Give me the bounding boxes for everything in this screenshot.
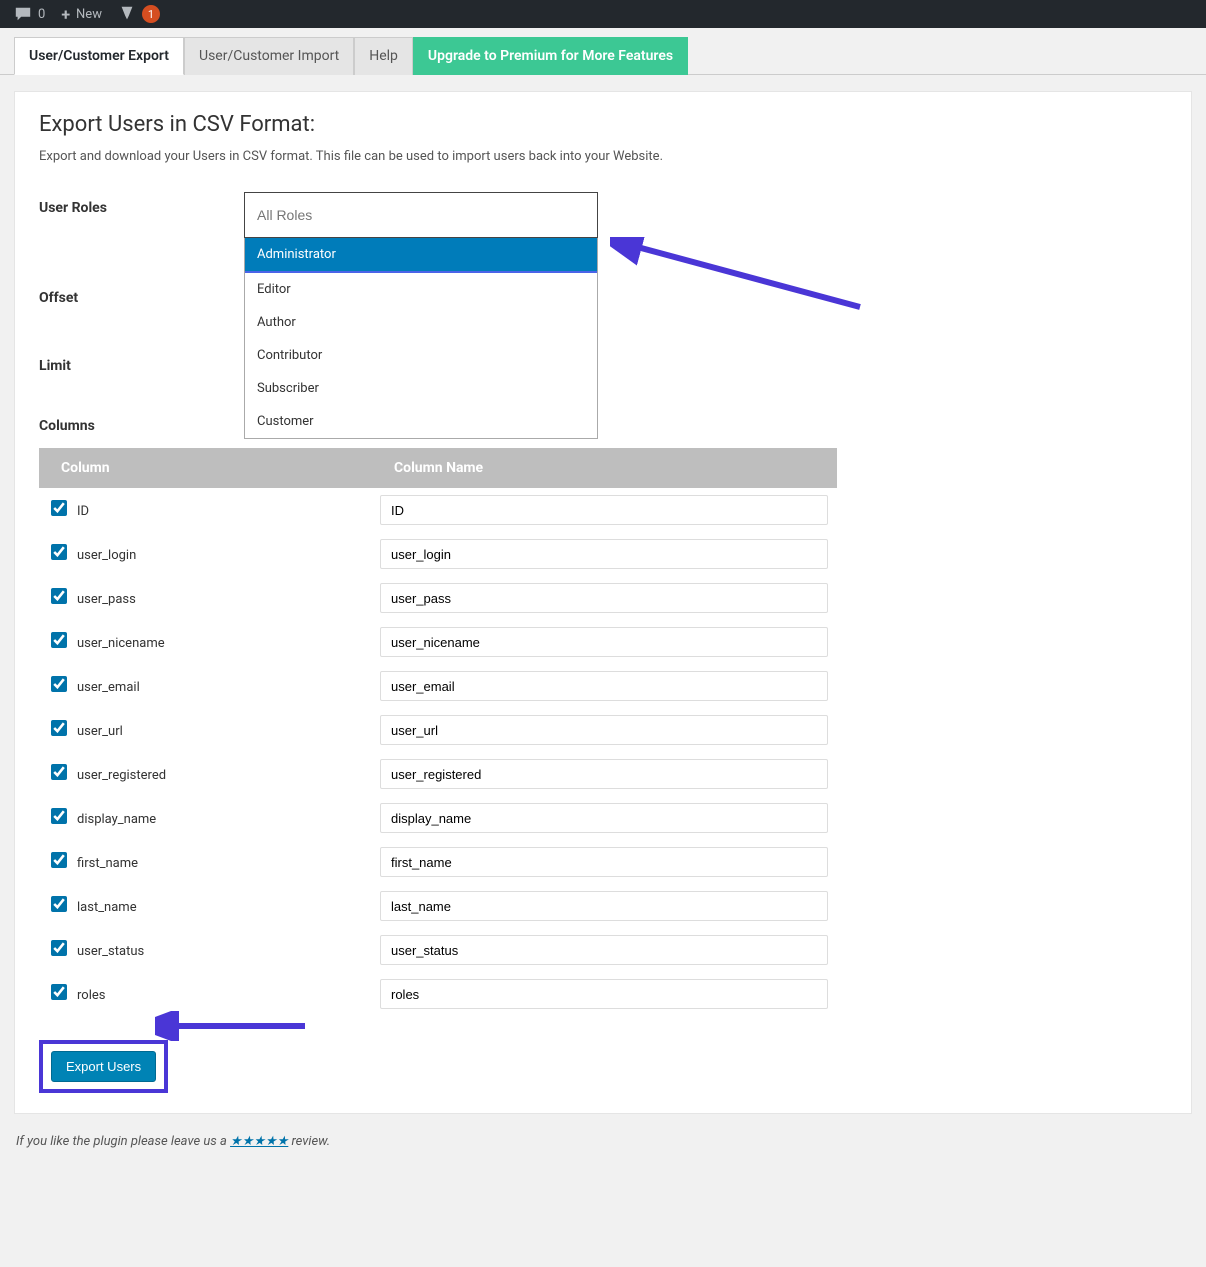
column-key-label: user_url	[77, 722, 380, 739]
columns-heading: Columns	[39, 418, 1167, 434]
column-row: user_url	[39, 708, 837, 752]
adminbar-comments[interactable]: 0	[6, 0, 53, 28]
page-description: Export and download your Users in CSV fo…	[39, 149, 1167, 164]
tab-navigation: User/Customer Export User/Customer Impor…	[0, 28, 1206, 75]
row-offset: Offset	[39, 282, 1167, 306]
column-checkbox[interactable]	[51, 676, 67, 692]
column-key-label: ID	[77, 502, 380, 519]
column-key-label: user_login	[77, 546, 380, 563]
header-column: Column	[61, 460, 394, 476]
export-users-button[interactable]: Export Users	[51, 1051, 156, 1082]
roles-option[interactable]: Administrator	[245, 238, 597, 273]
column-key-label: display_name	[77, 810, 380, 827]
column-name-input[interactable]	[380, 627, 828, 657]
column-key-label: first_name	[77, 854, 380, 871]
column-key-label: last_name	[77, 898, 380, 915]
column-key-label: roles	[77, 986, 380, 1003]
column-checkbox[interactable]	[51, 808, 67, 824]
tab-import[interactable]: User/Customer Import	[184, 37, 354, 75]
column-name-input[interactable]	[380, 671, 828, 701]
column-row: first_name	[39, 840, 837, 884]
columns-table-body: ID user_login user_pass user_nicename user_e…	[39, 488, 837, 1016]
page-title: Export Users in CSV Format:	[39, 112, 1167, 137]
roles-select-input[interactable]	[244, 192, 598, 238]
column-checkbox[interactable]	[51, 984, 67, 1000]
header-column-name: Column Name	[394, 460, 825, 476]
column-row: last_name	[39, 884, 837, 928]
column-checkbox[interactable]	[51, 896, 67, 912]
column-key-label: user_nicename	[77, 634, 380, 651]
column-row: user_status	[39, 928, 837, 972]
column-name-input[interactable]	[380, 891, 828, 921]
export-button-highlight: Export Users	[39, 1040, 168, 1093]
column-name-input[interactable]	[380, 847, 828, 877]
row-limit: Limit	[39, 350, 1167, 374]
column-row: user_pass	[39, 576, 837, 620]
roles-option[interactable]: Customer	[245, 405, 597, 438]
label-offset: Offset	[39, 282, 244, 306]
roles-option[interactable]: Editor	[245, 273, 597, 306]
footer-review-note: If you like the plugin please leave us a…	[0, 1124, 1206, 1169]
column-name-input[interactable]	[380, 539, 828, 569]
tab-export[interactable]: User/Customer Export	[14, 37, 184, 75]
column-name-input[interactable]	[380, 935, 828, 965]
adminbar-yoast[interactable]: 1	[110, 0, 168, 28]
column-row: display_name	[39, 796, 837, 840]
columns-table-header: Column Column Name	[39, 448, 837, 488]
roles-dropdown-wrap: AdministratorEditorAuthorContributorSubs…	[244, 192, 598, 238]
column-key-label: user_status	[77, 942, 380, 959]
column-name-input[interactable]	[380, 979, 828, 1009]
footer-stars-link[interactable]: ★★★★★	[230, 1134, 288, 1149]
comment-icon	[14, 5, 32, 23]
column-row: user_login	[39, 532, 837, 576]
comments-count: 0	[38, 7, 45, 22]
wp-adminbar: 0 + New 1	[0, 0, 1206, 28]
roles-option[interactable]: Author	[245, 306, 597, 339]
annotation-arrow-export	[155, 1011, 315, 1041]
roles-option[interactable]: Contributor	[245, 339, 597, 372]
label-limit: Limit	[39, 350, 244, 374]
column-checkbox[interactable]	[51, 852, 67, 868]
column-key-label: user_registered	[77, 766, 380, 783]
roles-option[interactable]: Subscriber	[245, 372, 597, 405]
tab-upgrade[interactable]: Upgrade to Premium for More Features	[413, 37, 688, 75]
column-key-label: user_email	[77, 678, 380, 695]
plus-icon: +	[61, 5, 70, 24]
new-label: New	[76, 7, 102, 22]
column-name-input[interactable]	[380, 495, 828, 525]
column-checkbox[interactable]	[51, 500, 67, 516]
adminbar-new[interactable]: + New	[53, 0, 110, 28]
column-checkbox[interactable]	[51, 544, 67, 560]
column-name-input[interactable]	[380, 583, 828, 613]
yoast-icon	[118, 5, 136, 23]
column-checkbox[interactable]	[51, 588, 67, 604]
column-name-input[interactable]	[380, 803, 828, 833]
column-checkbox[interactable]	[51, 720, 67, 736]
column-row: roles	[39, 972, 837, 1016]
tab-help[interactable]: Help	[354, 37, 413, 75]
footer-prefix: If you like the plugin please leave us a	[16, 1134, 230, 1149]
column-key-label: user_pass	[77, 590, 380, 607]
column-checkbox[interactable]	[51, 632, 67, 648]
column-row: user_email	[39, 664, 837, 708]
column-checkbox[interactable]	[51, 764, 67, 780]
footer-suffix: review.	[288, 1134, 330, 1149]
column-row: ID	[39, 488, 837, 532]
column-checkbox[interactable]	[51, 940, 67, 956]
column-name-input[interactable]	[380, 715, 828, 745]
notification-badge: 1	[142, 5, 160, 23]
column-row: user_nicename	[39, 620, 837, 664]
column-name-input[interactable]	[380, 759, 828, 789]
roles-dropdown-list: AdministratorEditorAuthorContributorSubs…	[244, 238, 598, 439]
columns-table: Column Column Name ID user_login user_pass…	[39, 448, 837, 1016]
label-user-roles: User Roles	[39, 192, 244, 216]
column-row: user_registered	[39, 752, 837, 796]
row-user-roles: User Roles AdministratorEditorAuthorCont…	[39, 192, 1167, 238]
main-panel: Export Users in CSV Format: Export and d…	[14, 91, 1192, 1114]
